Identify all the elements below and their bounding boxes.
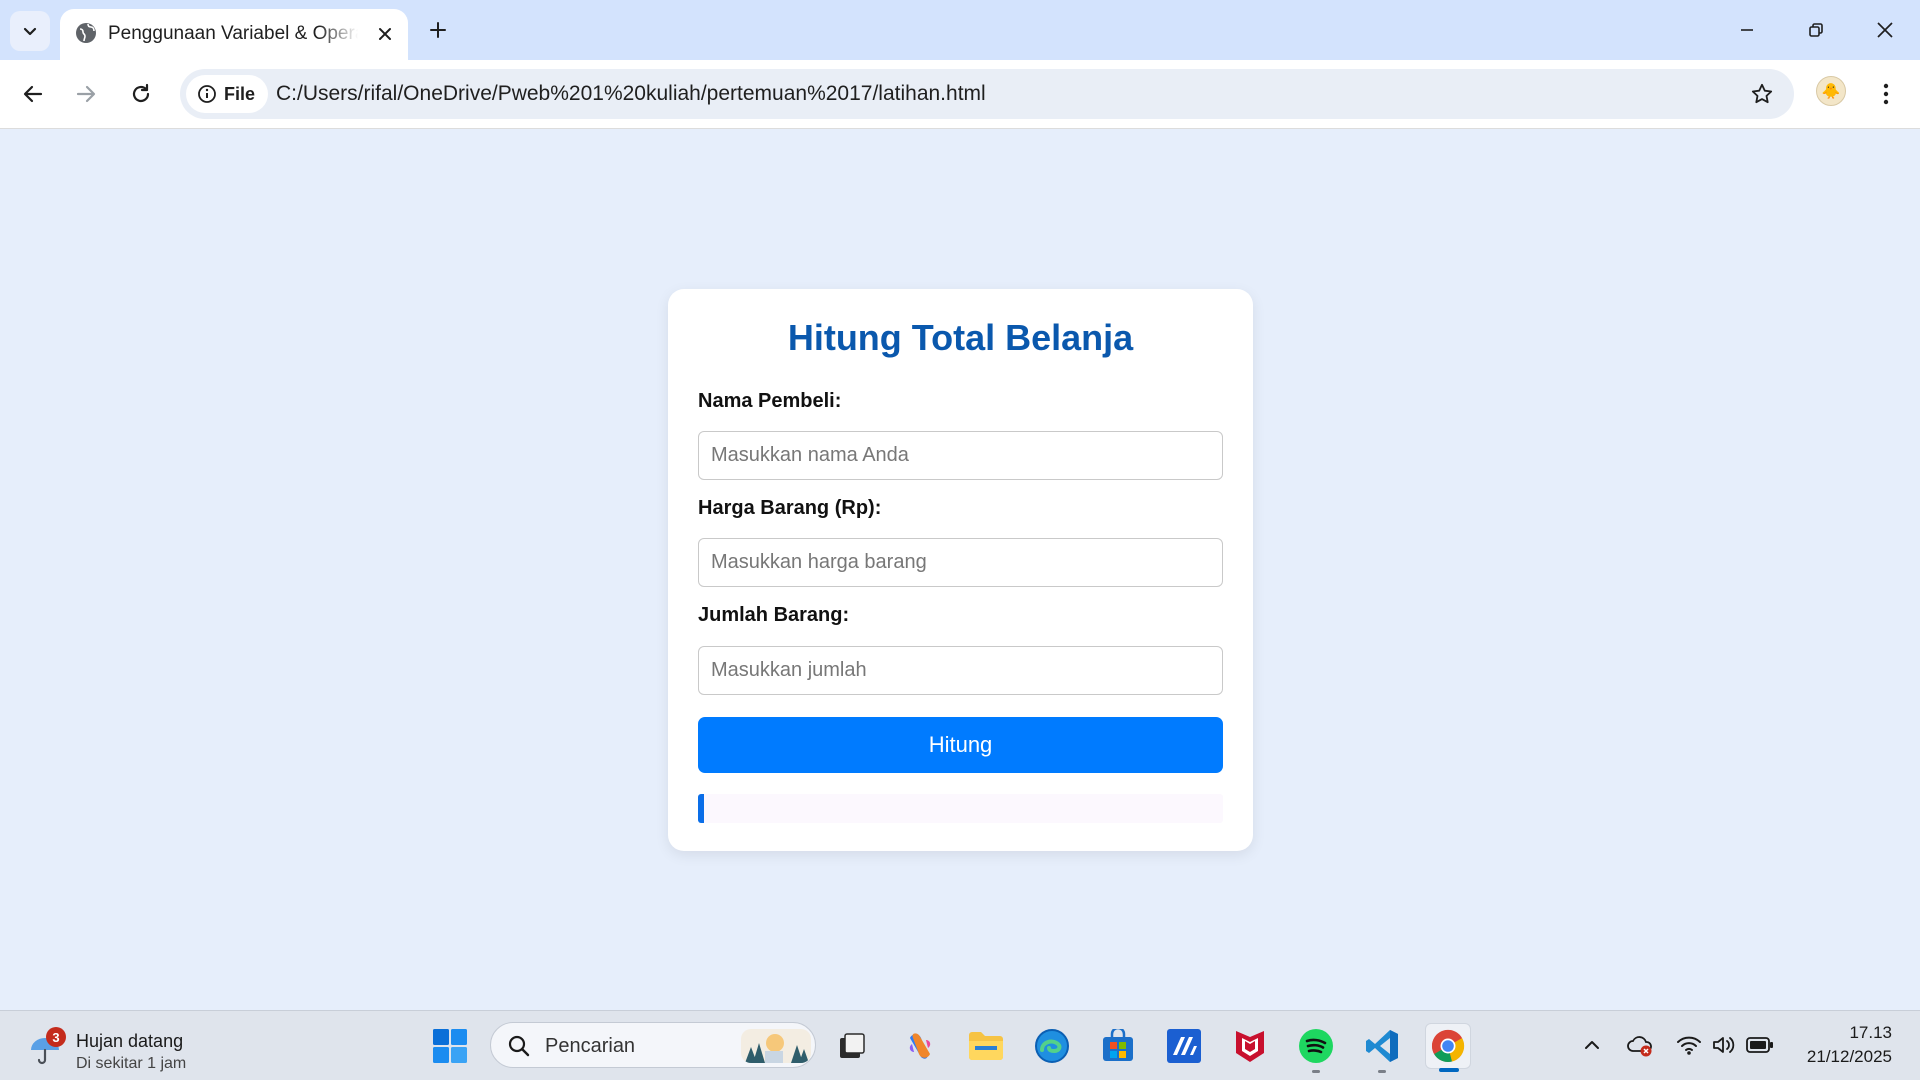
show-hidden-icons-button[interactable]	[1578, 1031, 1606, 1059]
taskbar-app-task-view[interactable]	[829, 1023, 875, 1069]
search-placeholder: Pencarian	[545, 1035, 636, 1057]
close-window-button[interactable]	[1863, 10, 1907, 50]
item-quantity-label: Jumlah Barang:	[698, 604, 850, 626]
info-icon	[198, 85, 216, 103]
spotify-icon	[1299, 1029, 1333, 1063]
task-view-icon	[840, 1033, 865, 1058]
copilot-icon	[909, 1033, 931, 1059]
taskbar-app-microsoft-store[interactable]	[1095, 1023, 1141, 1069]
volume-icon	[1713, 1037, 1735, 1053]
reload-button[interactable]	[121, 74, 161, 114]
url-text[interactable]: C:/Users/rifal/OneDrive/Pweb%201%20kulia…	[276, 82, 986, 106]
running-indicator	[1312, 1070, 1320, 1073]
page-viewport: Hitung Total Belanja Nama Pembeli: Harga…	[0, 129, 1920, 1010]
clock-time[interactable]: 17.13	[1849, 1023, 1892, 1043]
buyer-name-input[interactable]	[698, 431, 1223, 480]
windows-start-icon[interactable]	[432, 1028, 468, 1064]
chrome-icon	[1431, 1029, 1465, 1063]
taskbar-app-vscode[interactable]	[1359, 1023, 1405, 1073]
onedrive-tray-button[interactable]	[1626, 1031, 1654, 1059]
site-info-chip[interactable]: File	[186, 75, 268, 113]
new-tab-button[interactable]	[422, 14, 454, 46]
taskbar-app-spotify[interactable]	[1293, 1023, 1339, 1073]
cloud-error-icon	[1627, 1036, 1652, 1057]
forward-button[interactable]	[66, 74, 106, 114]
close-icon	[1877, 22, 1893, 38]
folder-icon	[969, 1032, 1003, 1060]
active-indicator	[1439, 1068, 1459, 1072]
bookmark-button[interactable]	[1748, 80, 1776, 108]
vscode-icon	[1366, 1030, 1398, 1062]
edge-icon	[1035, 1029, 1069, 1063]
tab-search-button[interactable]	[10, 11, 50, 51]
back-button[interactable]	[13, 74, 53, 114]
tab-close-button[interactable]	[372, 21, 398, 47]
battery-icon	[1746, 1037, 1773, 1053]
tab-title: Penggunaan Variabel & Operator	[108, 23, 358, 44]
weather-title: Hujan datang	[76, 1031, 184, 1051]
item-price-input[interactable]	[698, 538, 1223, 587]
taskbar-app-copilot[interactable]	[897, 1023, 943, 1069]
arrow-right-icon	[76, 85, 96, 103]
search-icon	[508, 1035, 530, 1057]
plus-icon	[430, 22, 446, 38]
address-bar[interactable]: File C:/Users/rifal/OneDrive/Pweb%201%20…	[180, 69, 1794, 119]
running-indicator	[1378, 1070, 1386, 1073]
weather-subtitle: Di sekitar 1 jam	[76, 1055, 187, 1072]
chevron-up-icon	[1585, 1041, 1599, 1049]
taskbar-app-malwarebytes[interactable]	[1161, 1023, 1207, 1069]
minimize-button[interactable]	[1725, 10, 1769, 50]
tab-strip: Penggunaan Variabel & Operator	[0, 0, 1920, 60]
taskbar-app-mcafee[interactable]	[1227, 1023, 1273, 1069]
item-price-label: Harga Barang (Rp):	[698, 497, 882, 519]
wifi-icon	[1677, 1036, 1701, 1055]
notification-badge: 3	[46, 1027, 66, 1047]
arrow-left-icon	[23, 85, 43, 103]
calculate-button[interactable]: Hitung	[698, 717, 1223, 773]
page-title: Hitung Total Belanja	[787, 317, 1134, 358]
item-quantity-input[interactable]	[698, 646, 1223, 695]
profile-avatar[interactable]: 🐥	[1816, 76, 1846, 106]
scheme-label: File	[224, 83, 256, 104]
mcafee-icon	[1236, 1031, 1264, 1062]
clock-date[interactable]: 21/12/2025	[1807, 1047, 1892, 1067]
wifi-tray-button[interactable]	[1675, 1031, 1703, 1059]
browser-menu-button[interactable]	[1872, 74, 1900, 114]
buyer-name-label: Nama Pembeli:	[698, 390, 842, 412]
taskbar-search[interactable]: Pencarian	[490, 1022, 816, 1068]
calculator-card: Hitung Total Belanja Nama Pembeli: Harga…	[668, 289, 1253, 851]
star-icon	[1751, 83, 1773, 104]
windows-taskbar: 3 Hujan datang Di sekitar 1 jam Pencaria…	[0, 1010, 1920, 1080]
taskbar-app-chrome[interactable]	[1425, 1023, 1471, 1072]
chevron-down-icon	[23, 27, 37, 36]
active-tab[interactable]: Penggunaan Variabel & Operator	[60, 9, 408, 60]
weather-widget[interactable]: 3 Hujan datang Di sekitar 1 jam	[26, 1019, 226, 1073]
restore-icon	[1809, 23, 1823, 37]
close-icon	[379, 28, 391, 40]
search-highlight-image	[741, 1029, 811, 1063]
minimize-icon	[1741, 29, 1753, 31]
malwarebytes-icon	[1167, 1029, 1201, 1063]
browser-toolbar: File C:/Users/rifal/OneDrive/Pweb%201%20…	[0, 60, 1920, 129]
avatar-icon: 🐥	[1821, 83, 1841, 100]
more-vertical-icon	[1883, 83, 1889, 105]
volume-tray-button[interactable]	[1710, 1031, 1738, 1059]
battery-tray-button[interactable]	[1746, 1031, 1774, 1059]
taskbar-app-file-explorer[interactable]	[963, 1023, 1009, 1069]
store-icon	[1103, 1029, 1133, 1061]
taskbar-app-edge[interactable]	[1029, 1023, 1075, 1069]
globe-icon	[76, 23, 96, 43]
result-output	[698, 794, 1223, 823]
reload-icon	[132, 83, 150, 103]
restore-button[interactable]	[1794, 10, 1838, 50]
